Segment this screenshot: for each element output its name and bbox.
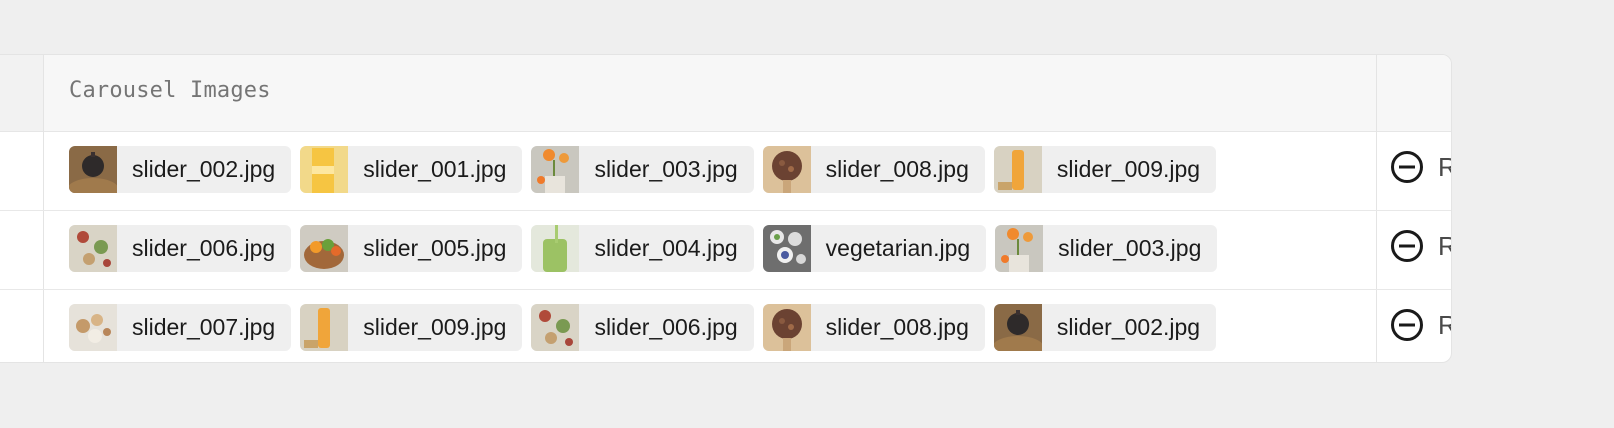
remove-circle-icon [1391,309,1423,341]
image-chip[interactable]: slider_009.jpg [993,146,1217,193]
image-filename: slider_008.jpg [825,156,969,182]
remove-label: Remove [1438,152,1451,183]
image-chip[interactable]: slider_006.jpg [531,304,754,351]
table-header: Carousel Images [0,55,1451,132]
image-thumbnail [69,146,117,193]
remove-row-button[interactable]: Remove [1390,150,1451,184]
image-chip[interactable]: slider_008.jpg [762,304,985,351]
image-thumbnail [300,146,349,193]
image-thumbnail [531,146,580,193]
carousel-images-table: Carousel Images slider_002.jpg slider_00… [0,54,1452,363]
image-thumbnail [993,146,1042,193]
image-filename: slider_009.jpg [1056,156,1201,182]
image-filename: slider_003.jpg [1058,235,1202,261]
image-thumbnail [69,304,117,351]
image-filename: slider_006.jpg [594,314,738,340]
image-filename: slider_008.jpg [825,314,969,340]
image-thumbnail [995,225,1044,272]
leading-column-header [0,55,43,131]
image-chip[interactable]: slider_001.jpg [300,146,523,193]
image-thumbnail [69,225,117,272]
table-row: slider_002.jpg slider_001.jpg slider_003… [0,132,1451,211]
image-filename: slider_003.jpg [594,156,738,182]
image-filename: slider_005.jpg [363,235,507,261]
remove-circle-icon [1391,230,1423,262]
image-filename: slider_001.jpg [363,156,507,182]
column-title: Carousel Images [69,78,271,103]
table-row: slider_006.jpg slider_005.jpg slider_004… [0,211,1451,290]
image-thumbnail [762,304,811,351]
image-thumbnail [531,225,580,272]
image-thumbnail [531,304,580,351]
image-filename: slider_007.jpg [132,314,276,340]
image-chip[interactable]: slider_008.jpg [762,146,985,193]
remove-row-button[interactable]: Remove [1390,308,1451,342]
remove-label: Remove [1438,231,1451,262]
image-chip[interactable]: slider_005.jpg [300,225,523,272]
image-chip[interactable]: slider_007.jpg [69,304,292,351]
image-chip-list: slider_007.jpg slider_009.jpg slider_006… [69,304,1217,351]
remove-label: Remove [1438,310,1451,341]
image-filename: vegetarian.jpg [825,235,971,261]
table-row: slider_007.jpg slider_009.jpg slider_006… [0,290,1451,362]
image-filename: slider_002.jpg [1056,314,1201,340]
image-thumbnail [300,304,349,351]
image-chip[interactable]: slider_003.jpg [995,225,1218,272]
image-filename: slider_002.jpg [132,156,276,182]
image-chip[interactable]: slider_003.jpg [531,146,754,193]
image-filename: slider_004.jpg [594,235,738,261]
remove-circle-icon [1391,151,1423,183]
image-thumbnail [762,225,811,272]
image-filename: slider_006.jpg [132,235,276,261]
image-thumbnail [762,146,811,193]
image-chip[interactable]: slider_006.jpg [69,225,292,272]
remove-row-button[interactable]: Remove [1390,229,1451,263]
image-chip-list: slider_002.jpg slider_001.jpg slider_003… [69,146,1217,193]
image-chip[interactable]: slider_002.jpg [69,146,292,193]
image-chip[interactable]: slider_009.jpg [300,304,523,351]
image-chip-list: slider_006.jpg slider_005.jpg slider_004… [69,225,1218,272]
image-chip[interactable]: slider_002.jpg [993,304,1217,351]
image-chip[interactable]: vegetarian.jpg [762,225,987,272]
image-filename: slider_009.jpg [363,314,507,340]
image-chip[interactable]: slider_004.jpg [531,225,754,272]
image-thumbnail [993,304,1042,351]
image-thumbnail [300,225,349,272]
